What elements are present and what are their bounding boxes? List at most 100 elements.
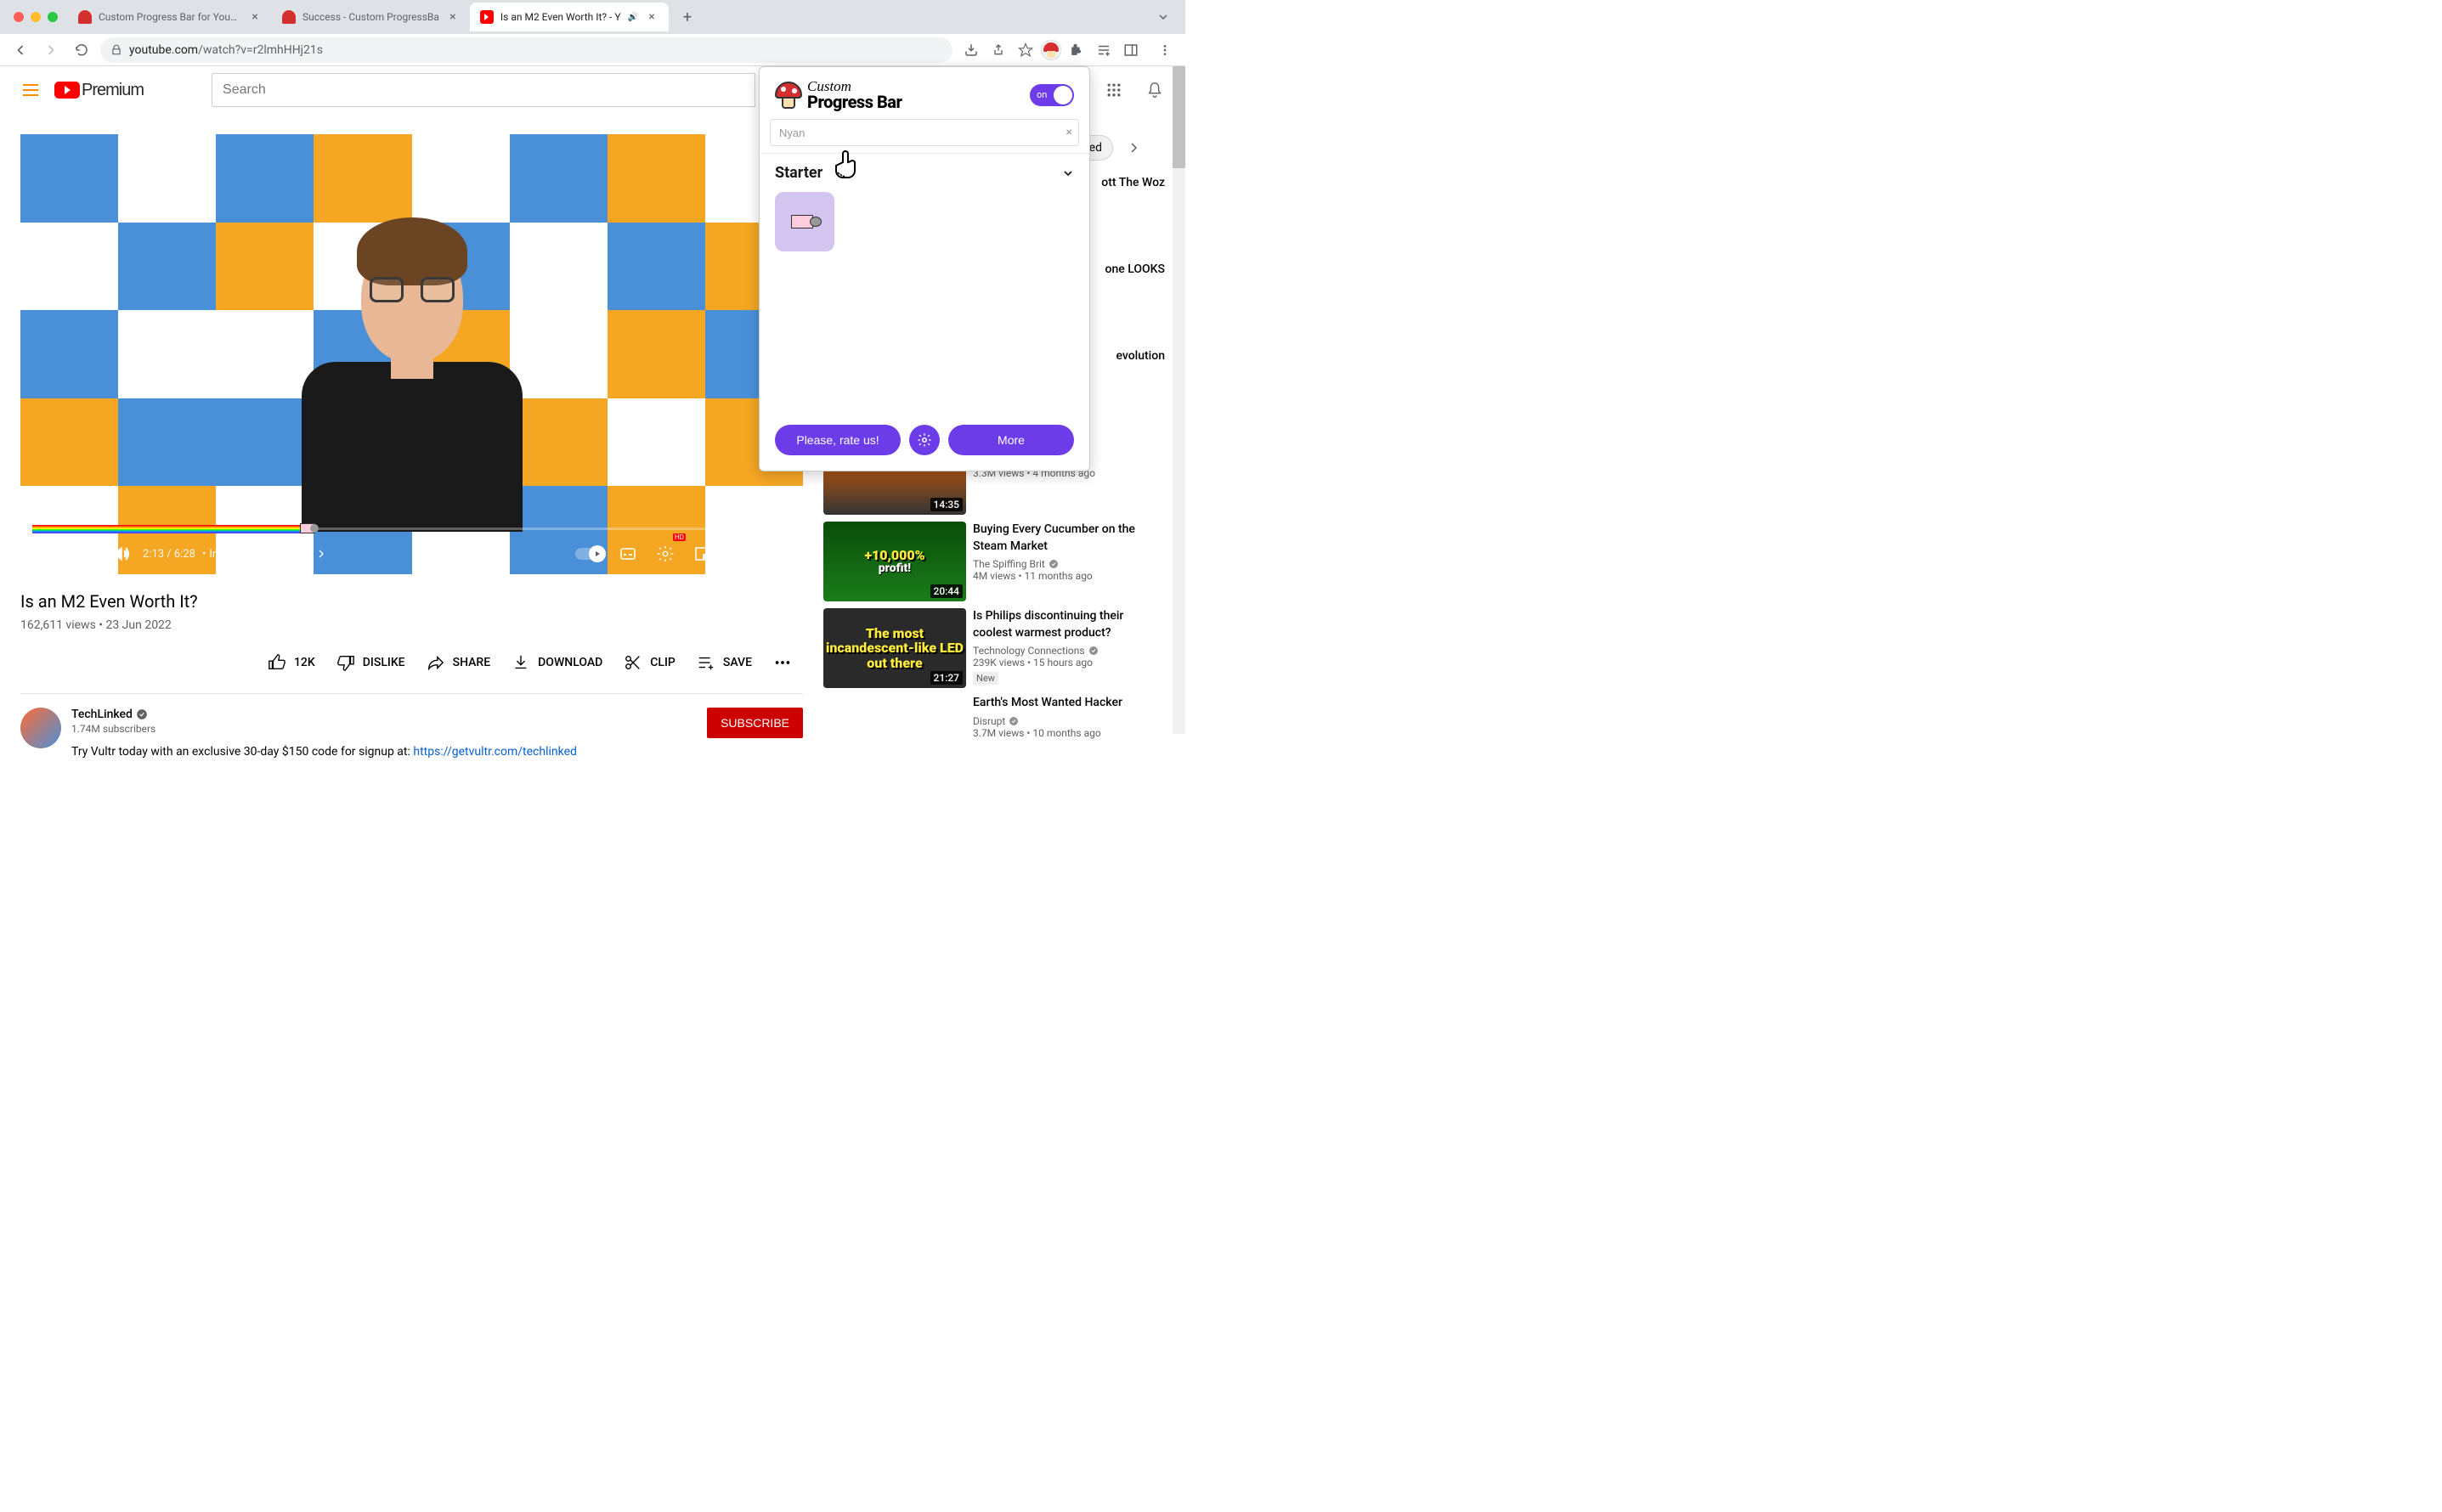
theater-mode-button[interactable] — [725, 539, 755, 569]
video-controls: 2:13 / 6:28 • Intel Arc A380 review — [20, 533, 803, 574]
channel-avatar[interactable] — [20, 708, 61, 748]
autoplay-toggle[interactable] — [575, 548, 606, 560]
browser-chrome: Custom Progress Bar for YouTu × Success … — [0, 0, 1185, 66]
close-tab-icon[interactable]: × — [645, 10, 659, 24]
pointer-hand-icon — [829, 147, 865, 183]
audio-playing-icon[interactable]: 🔊 — [628, 13, 638, 22]
browser-tab-1[interactable]: Custom Progress Bar for YouTu × — [68, 3, 272, 31]
subscribe-button[interactable]: SUBSCRIBE — [707, 708, 803, 738]
related-video-item[interactable]: The most incandescent-like LED out there… — [823, 608, 1165, 688]
close-window-button[interactable] — [14, 12, 24, 22]
thumbs-down-icon — [336, 652, 356, 673]
chevron-down-icon — [1062, 167, 1074, 179]
pause-button[interactable] — [31, 539, 61, 569]
download-button[interactable]: DOWNLOAD — [500, 646, 613, 680]
video-info: Is Philips discontinuing their coolest w… — [973, 608, 1165, 688]
forward-button[interactable] — [39, 38, 63, 62]
tab-strip: Custom Progress Bar for YouTu × Success … — [0, 0, 1185, 34]
chip-next-button[interactable] — [1120, 134, 1147, 161]
minimize-window-button[interactable] — [31, 12, 41, 22]
related-video-item[interactable]: Earth's Most Wanted HackerDisrupt3.7M vi… — [823, 695, 1165, 775]
time-display: 2:13 / 6:28 — [143, 548, 195, 561]
address-bar[interactable]: youtube.com/watch?v=r2lmhHHj21s — [100, 37, 952, 63]
back-button[interactable] — [8, 38, 32, 62]
video-player[interactable]: 2:13 / 6:28 • Intel Arc A380 review — [20, 134, 803, 574]
related-video-item[interactable]: +10,000%profit!20:44Buying Every Cucumbe… — [823, 522, 1165, 601]
more-actions-button[interactable] — [762, 646, 803, 680]
extensions-puzzle-icon[interactable] — [1065, 38, 1088, 62]
rate-us-button[interactable]: Please, rate us! — [775, 425, 901, 455]
section-header[interactable]: Starter — [775, 164, 1074, 182]
hamburger-menu-button[interactable] — [14, 73, 48, 107]
hd-badge: HD — [673, 533, 686, 541]
close-tab-icon[interactable]: × — [248, 10, 262, 24]
verified-icon — [1088, 646, 1099, 656]
channel-name[interactable]: TechLinked — [71, 708, 697, 721]
browser-tab-3-active[interactable]: Is an M2 Even Worth It? - Y 🔊 × — [470, 3, 669, 31]
extension-footer: Please, rate us! More — [760, 415, 1089, 471]
chapter-display[interactable]: • Intel Arc A380 review — [202, 548, 326, 561]
close-tab-icon[interactable]: × — [446, 10, 460, 24]
reading-list-icon[interactable] — [1092, 38, 1116, 62]
settings-button[interactable]: HD — [650, 539, 681, 569]
video-duration: 14:35 — [930, 498, 963, 511]
tab-list-dropdown[interactable] — [1148, 12, 1179, 22]
video-description: Try Vultr today with an exclusive 30-day… — [71, 745, 697, 759]
toggle-knob — [1054, 86, 1072, 104]
video-thumbnail: The most incandescent-like LED out there… — [823, 608, 966, 688]
channel-info: TechLinked 1.74M subscribers Try Vultr t… — [71, 708, 697, 759]
settings-button[interactable] — [909, 425, 940, 455]
window-controls — [7, 12, 68, 22]
volume-button[interactable] — [105, 539, 136, 569]
page-scrollbar[interactable] — [1173, 66, 1185, 734]
notifications-bell-icon[interactable] — [1138, 73, 1172, 107]
chrome-menu-icon[interactable] — [1153, 38, 1177, 62]
primary-column: 2:13 / 6:28 • Intel Arc A380 review — [20, 134, 803, 781]
sponsor-link[interactable]: https://getvultr.com/techlinked — [413, 745, 577, 759]
reload-button[interactable] — [70, 38, 93, 62]
side-panel-icon[interactable] — [1119, 38, 1143, 62]
share-icon[interactable] — [986, 38, 1010, 62]
bookmark-star-icon[interactable] — [1014, 38, 1037, 62]
extension-search-input[interactable] — [770, 119, 1079, 146]
video-info: Buying Every Cucumber on the Steam Marke… — [973, 522, 1165, 601]
related-channel-name: The Spiffing Brit — [973, 558, 1165, 570]
progress-track — [305, 528, 791, 530]
clip-button[interactable]: CLIP — [613, 646, 686, 680]
video-info: Is an M2 Even Worth It? 162,611 views • … — [20, 574, 803, 639]
next-video-button[interactable] — [68, 539, 99, 569]
related-channel-name: Disrupt — [973, 715, 1165, 727]
youtube-play-icon — [54, 82, 80, 99]
channel-row: TechLinked 1.74M subscribers Try Vultr t… — [20, 694, 803, 772]
youtube-premium-logo[interactable]: Premium — [54, 81, 144, 100]
dislike-button[interactable]: DISLIKE — [325, 646, 415, 680]
extension-mushroom-icon[interactable] — [1041, 40, 1061, 60]
video-actions: 12K DISLIKE SHARE DOWNLOAD — [20, 639, 803, 694]
related-video-meta: 4M views • 11 months ago — [973, 570, 1165, 582]
apps-grid-icon[interactable] — [1097, 73, 1131, 107]
url-text: youtube.com/watch?v=r2lmhHHj21s — [129, 43, 942, 57]
miniplayer-button[interactable] — [687, 539, 718, 569]
fullscreen-button[interactable] — [762, 539, 793, 569]
more-button[interactable]: More — [948, 425, 1074, 455]
nyan-cat-progress-item[interactable] — [775, 192, 834, 251]
custom-progress-bar[interactable] — [32, 525, 791, 533]
progress-bar-items — [775, 192, 1074, 251]
maximize-window-button[interactable] — [48, 12, 58, 22]
captions-button[interactable] — [613, 539, 643, 569]
tab-title: Success - Custom ProgressBa — [302, 11, 439, 23]
search-input[interactable] — [212, 73, 755, 107]
scroll-thumb[interactable] — [1173, 66, 1185, 168]
new-tab-button[interactable]: + — [676, 5, 699, 29]
share-button[interactable]: SHARE — [415, 646, 501, 680]
playlist-add-icon — [696, 652, 716, 673]
clear-search-icon[interactable]: × — [1066, 126, 1072, 139]
related-video-title: Is Philips discontinuing their coolest w… — [973, 608, 1165, 641]
browser-tab-2[interactable]: Success - Custom ProgressBa × — [272, 3, 470, 31]
save-button[interactable]: SAVE — [686, 646, 762, 680]
related-video-meta: 239K views • 15 hours ago — [973, 657, 1165, 669]
extension-enable-toggle[interactable]: on — [1030, 84, 1074, 106]
like-button[interactable]: 12K — [257, 646, 325, 680]
video-info: Earth's Most Wanted HackerDisrupt3.7M vi… — [973, 695, 1165, 775]
install-app-icon[interactable] — [959, 38, 983, 62]
